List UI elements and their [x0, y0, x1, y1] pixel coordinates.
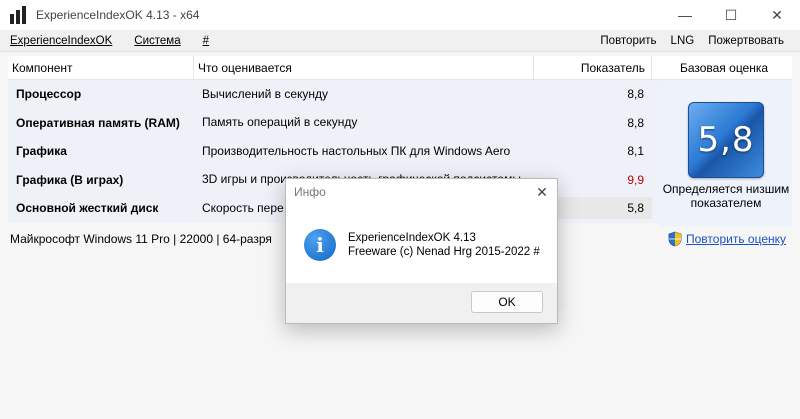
- dialog-title: Инфо: [294, 185, 326, 199]
- dialog-line1: ExperienceIndexOK 4.13: [348, 232, 476, 244]
- maximize-button[interactable]: ☐: [708, 0, 754, 30]
- rating-tile: 5,8: [688, 102, 764, 178]
- ok-button[interactable]: OK: [471, 291, 543, 313]
- menu-lng[interactable]: LNG: [671, 35, 695, 47]
- menu-bar: ExperienceIndexOK Система # Повторить LN…: [0, 30, 800, 52]
- header-score[interactable]: Показатель: [534, 55, 652, 80]
- dialog-message: ExperienceIndexOK 4.13 Freeware (c) Nena…: [348, 231, 540, 259]
- row-component: Процессор: [16, 87, 82, 102]
- base-rating-panel: 5,8 Определяется низшим показателем: [660, 84, 792, 227]
- row-component: Графика: [16, 144, 67, 159]
- dialog-footer: OK: [286, 283, 557, 323]
- repeat-rating-link[interactable]: Повторить оценку: [668, 231, 786, 247]
- row-component: Оперативная память (RAM): [16, 115, 180, 130]
- rating-caption-line1: Определяется низшим: [662, 182, 790, 196]
- menu-system[interactable]: Система: [134, 35, 180, 47]
- dialog-body: i ExperienceIndexOK 4.13 Freeware (c) Ne…: [286, 205, 557, 285]
- row-what: Вычислений в секунду: [202, 86, 329, 101]
- menu-app[interactable]: ExperienceIndexOK: [10, 35, 112, 47]
- repeat-rating-label: Повторить оценку: [686, 232, 787, 246]
- window-title: ExperienceIndexOK 4.13 - x64: [36, 8, 200, 22]
- header-base[interactable]: Базовая оценка: [652, 56, 792, 80]
- app-bars-icon: [10, 6, 28, 24]
- row-score: 8,1: [627, 144, 644, 159]
- title-bar: ExperienceIndexOK 4.13 - x64 — ☐ ✕: [0, 0, 800, 30]
- menu-donate[interactable]: Пожертвовать: [708, 35, 784, 47]
- dialog-line2: Freeware (c) Nenad Hrg 2015-2022 #: [348, 246, 540, 258]
- row-score: 8,8: [627, 115, 644, 130]
- header-what[interactable]: Что оценивается: [194, 55, 534, 80]
- info-dialog: Инфо ✕ i ExperienceIndexOK 4.13 Freeware…: [285, 178, 558, 324]
- row-score: 8,8: [627, 87, 644, 102]
- menu-repeat[interactable]: Повторить: [600, 35, 656, 47]
- dialog-title-bar: Инфо ✕: [286, 179, 557, 205]
- row-what: Память операций в секунду: [202, 115, 358, 130]
- menu-hash[interactable]: #: [203, 35, 209, 47]
- header-component[interactable]: Компонент: [8, 55, 194, 80]
- os-status-text: Майкрософт Windows 11 Pro | 22000 | 64-р…: [10, 232, 272, 246]
- rating-caption: Определяется низшим показателем: [663, 182, 790, 210]
- close-button[interactable]: ✕: [754, 0, 800, 30]
- minimize-button[interactable]: —: [662, 0, 708, 30]
- table-header: Компонент Что оценивается Показатель Баз…: [8, 55, 792, 80]
- row-component: Основной жесткий диск: [16, 201, 159, 216]
- row-component: Графика (В играх): [16, 172, 124, 187]
- dialog-close-icon[interactable]: ✕: [527, 184, 557, 201]
- rating-caption-line2: показателем: [690, 196, 762, 210]
- uac-shield-icon: [668, 231, 682, 247]
- row-what: Производительность настольных ПК для Win…: [202, 143, 511, 158]
- info-icon: i: [304, 229, 336, 261]
